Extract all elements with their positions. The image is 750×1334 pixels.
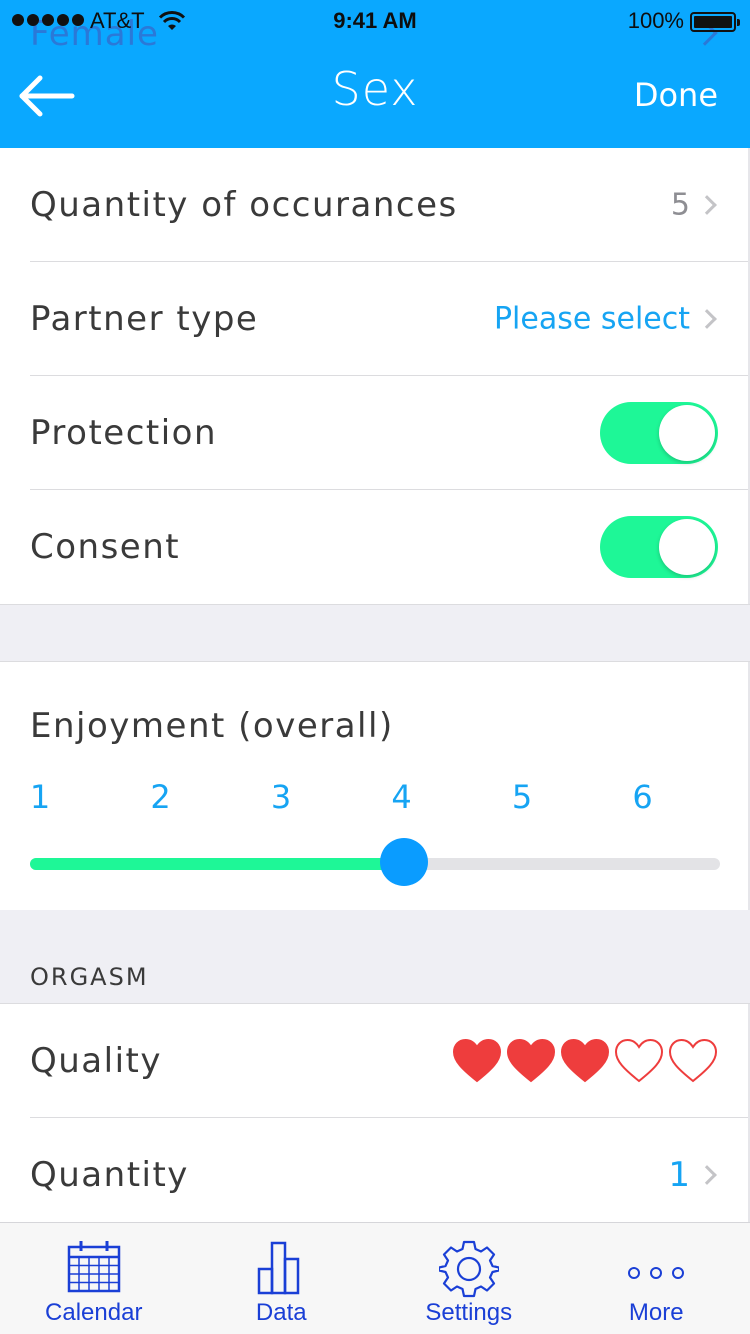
heart-filled-icon[interactable] (560, 1038, 610, 1084)
bar-chart-icon (258, 1241, 300, 1295)
tab-settings-label: Settings (425, 1299, 513, 1326)
battery-percent: 100% (627, 8, 684, 33)
gear-icon (438, 1240, 499, 1298)
chevron-right-icon (697, 308, 717, 329)
orgasm-group: Quality Quantity 1 (0, 1004, 750, 1232)
toggle-knob (659, 519, 715, 575)
done-button[interactable]: Done (634, 76, 718, 114)
enjoyment-scale: 1 2 3 4 5 6 (0, 778, 750, 818)
heart-outline-icon[interactable] (614, 1038, 664, 1084)
consent-toggle[interactable] (600, 516, 718, 578)
details-group: Quantity of occurances 5 Partner type Pl… (0, 148, 750, 604)
section-spacer (0, 604, 750, 662)
quantity-occurrences-row[interactable]: Quantity of occurances 5 (30, 148, 748, 262)
enjoyment-tick-1[interactable]: 1 (20, 778, 60, 816)
orgasm-section-title: ORGASM (30, 963, 149, 991)
quality-rating (452, 1038, 718, 1084)
quantity-occurrences-value: 5 (670, 187, 690, 222)
quality-label: Quality (30, 1040, 162, 1081)
tab-data[interactable]: Data (188, 1223, 376, 1334)
orgasm-section-header: ORGASM (0, 910, 750, 1004)
quantity-row[interactable]: Quantity 1 (30, 1118, 748, 1232)
protection-label: Protection (30, 412, 218, 453)
status-bar: AT&T 9:41 AM 100% (0, 0, 750, 40)
protection-row: Protection (30, 376, 748, 490)
tab-calendar[interactable]: Calendar (0, 1223, 188, 1334)
quality-row: Quality (30, 1004, 748, 1118)
heart-filled-icon[interactable] (452, 1038, 502, 1084)
enjoyment-tick-4[interactable]: 4 (382, 778, 422, 816)
quantity-occurrences-label: Quantity of occurances (30, 184, 458, 225)
enjoyment-label: Enjoyment (overall) (30, 706, 394, 746)
heart-filled-icon[interactable] (506, 1038, 556, 1084)
enjoyment-tick-5[interactable]: 5 (502, 778, 542, 816)
enjoyment-slider-track[interactable] (30, 858, 720, 870)
enjoyment-tick-6[interactable]: 6 (623, 778, 663, 816)
battery-icon (690, 12, 740, 32)
quantity-value: 1 (668, 1155, 690, 1195)
partner-type-label: Partner type (30, 298, 259, 339)
more-dots-icon (628, 1267, 685, 1279)
toggle-knob (659, 404, 715, 461)
enjoyment-section: Enjoyment (overall) 1 2 3 4 5 6 (0, 662, 750, 910)
form-content: Quantity of occurances 5 Partner type Pl… (0, 148, 750, 1232)
partner-type-row[interactable]: Partner type Please select (30, 262, 748, 376)
tab-more[interactable]: More (563, 1223, 750, 1334)
chevron-right-icon (697, 194, 717, 215)
protection-toggle[interactable] (600, 401, 718, 464)
consent-label: Consent (30, 527, 181, 567)
quantity-label: Quantity (30, 1155, 189, 1195)
tab-data-label: Data (255, 1299, 307, 1326)
enjoyment-tick-2[interactable]: 2 (141, 778, 181, 816)
enjoyment-tick-3[interactable]: 3 (261, 778, 301, 816)
chevron-right-icon (697, 1165, 717, 1185)
tab-settings[interactable]: Settings (375, 1223, 563, 1334)
consent-row: Consent (30, 490, 748, 604)
nav-header: Female AT&T 9:41 AM 100% Sex Done (0, 0, 750, 148)
heart-outline-icon[interactable] (668, 1038, 718, 1084)
enjoyment-slider-fill (30, 858, 404, 870)
partner-type-value: Please select (493, 301, 690, 336)
enjoyment-slider-thumb[interactable] (379, 838, 428, 886)
tab-bar: Calendar Data Settings More (0, 1222, 750, 1334)
tab-more-label: More (628, 1299, 684, 1326)
calendar-icon (67, 1241, 120, 1293)
tab-calendar-label: Calendar (45, 1299, 143, 1326)
